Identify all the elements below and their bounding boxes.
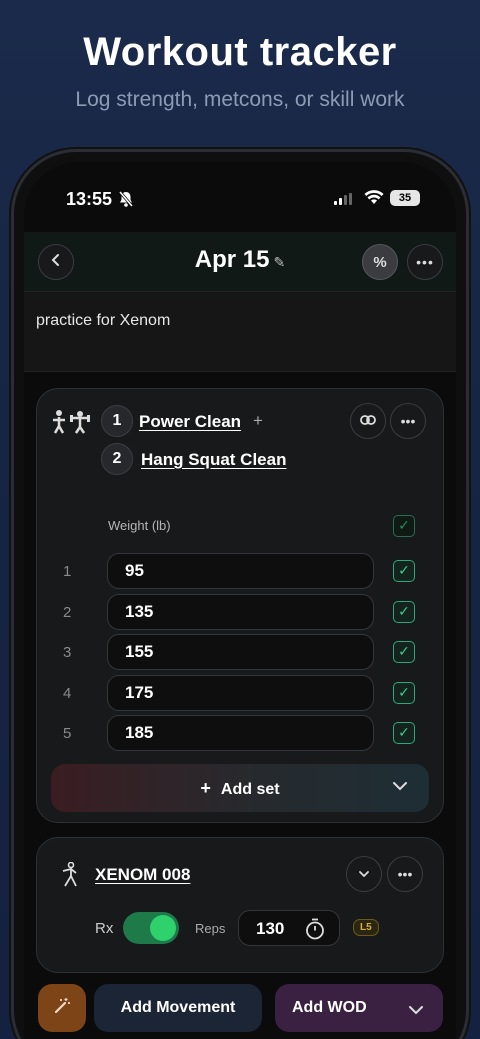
set-complete-checkbox[interactable]: ✓: [393, 722, 415, 744]
wod-block-card: XENOM 008 ••• Rx Reps 130 L5: [36, 837, 444, 973]
set-index: 3: [63, 644, 72, 661]
wod-name-link[interactable]: XENOM 008: [95, 865, 190, 885]
cellular-signal-icon: [334, 192, 354, 210]
strength-block-card: 1 Power Clean + 2 Hang Squat Clean ••• W…: [36, 388, 444, 823]
reps-value: 130: [256, 919, 285, 938]
chevron-down-icon[interactable]: [393, 778, 407, 794]
column-header-weight: Weight (lb): [108, 518, 171, 533]
magic-wand-button[interactable]: [38, 984, 86, 1032]
status-bar: 13:55 35: [24, 162, 456, 232]
add-wod-label: Add WOD: [292, 999, 367, 1016]
add-set-label: Add set: [220, 781, 280, 798]
block-more-button[interactable]: •••: [390, 403, 426, 439]
reps-label: Reps: [195, 921, 226, 936]
movement-number: 1: [101, 405, 133, 437]
magic-wand-icon: [52, 996, 72, 1021]
rx-label: Rx: [95, 920, 114, 937]
movement-number: 2: [101, 443, 133, 475]
top-navbar: Apr 15 ✎ % •••: [24, 232, 456, 292]
more-dots-icon: •••: [400, 413, 416, 429]
hero-title: Workout tracker: [83, 30, 397, 74]
phone-screen: 13:55 35 Apr 15 ✎ % ••• practice for Xen…: [24, 162, 456, 1039]
set-complete-checkbox[interactable]: ✓: [393, 682, 415, 704]
bell-muted-icon: [118, 190, 134, 213]
weight-input[interactable]: 175: [107, 675, 374, 711]
set-index: 1: [63, 563, 72, 580]
set-index: 5: [63, 725, 72, 742]
wod-more-button[interactable]: •••: [387, 856, 423, 892]
level-badge: L5: [353, 919, 379, 936]
weight-input[interactable]: 155: [107, 634, 374, 670]
more-dots-icon: •••: [416, 254, 434, 270]
workout-notes-field[interactable]: practice for Xenom: [24, 292, 456, 372]
status-time: 13:55: [66, 189, 113, 209]
date-title-text: Apr 15: [194, 246, 270, 273]
weight-input[interactable]: 135: [107, 594, 374, 630]
stopwatch-icon[interactable]: [305, 918, 325, 945]
add-wod-button[interactable]: Add WOD: [275, 984, 443, 1032]
check-all-checkbox[interactable]: ✓: [393, 515, 415, 537]
toggle-knob: [150, 915, 176, 941]
plus-icon: +: [200, 778, 211, 798]
weight-input[interactable]: 95: [107, 553, 374, 589]
movement-link[interactable]: Power Clean: [139, 412, 241, 432]
chevron-down-icon: [359, 865, 369, 883]
set-complete-checkbox[interactable]: ✓: [393, 601, 415, 623]
wod-expand-button[interactable]: [346, 856, 382, 892]
percent-icon: %: [373, 253, 387, 271]
phone-side-button: [466, 400, 470, 490]
movement-link[interactable]: Hang Squat Clean: [141, 450, 286, 470]
percent-button[interactable]: %: [362, 244, 398, 280]
link-icon: [360, 412, 376, 430]
chevron-down-icon[interactable]: [409, 1002, 423, 1020]
weight-input[interactable]: 185: [107, 715, 374, 751]
more-options-button[interactable]: •••: [407, 244, 443, 280]
wifi-icon: [364, 190, 384, 210]
weightlifting-icon: [51, 409, 91, 440]
set-complete-checkbox[interactable]: ✓: [393, 641, 415, 663]
hero-subtitle: Log strength, metcons, or skill work: [75, 88, 405, 111]
add-set-button[interactable]: + Add set: [51, 764, 429, 812]
battery-indicator: 35: [390, 190, 420, 206]
phone-frame: 13:55 35 Apr 15 ✎ % ••• practice for Xen…: [14, 152, 466, 1039]
pencil-icon[interactable]: ✎: [273, 254, 285, 270]
link-superset-button[interactable]: [350, 403, 386, 439]
rx-toggle[interactable]: [123, 912, 179, 944]
combo-plus: +: [253, 411, 263, 430]
kettlebell-figure-icon: [59, 861, 79, 893]
more-dots-icon: •••: [397, 866, 413, 882]
set-complete-checkbox[interactable]: ✓: [393, 560, 415, 582]
workout-notes-text: practice for Xenom: [36, 312, 171, 329]
set-index: 2: [63, 604, 72, 621]
add-movement-button[interactable]: Add Movement: [94, 984, 262, 1032]
set-index: 4: [63, 685, 72, 702]
reps-input[interactable]: 130: [238, 910, 340, 946]
